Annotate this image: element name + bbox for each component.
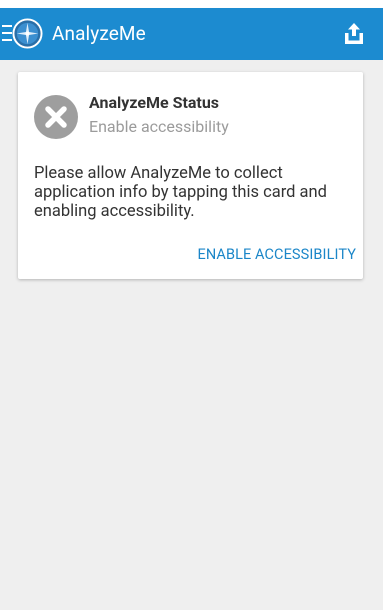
status-bar	[0, 0, 383, 8]
app-screen: AnalyzeMe AnalyzeMe Status Enable access…	[0, 0, 383, 610]
hamburger-menu-icon[interactable]	[2, 25, 12, 43]
enable-accessibility-button[interactable]: ENABLE ACCESSIBILITY	[197, 246, 356, 264]
app-title: AnalyzeMe	[52, 22, 146, 45]
analyzeme-logo-icon[interactable]	[12, 18, 43, 49]
share-upload-icon[interactable]	[341, 21, 367, 47]
app-bar: AnalyzeMe	[0, 8, 383, 60]
card-title: AnalyzeMe Status	[89, 93, 220, 112]
card-subtitle: Enable accessibility	[89, 117, 229, 136]
main-content: AnalyzeMe Status Enable accessibility Pl…	[0, 60, 383, 610]
error-x-circle-icon	[34, 95, 78, 139]
card-body-text: Please allow AnalyzeMe to collect applic…	[34, 164, 327, 221]
status-card[interactable]: AnalyzeMe Status Enable accessibility Pl…	[18, 72, 363, 279]
